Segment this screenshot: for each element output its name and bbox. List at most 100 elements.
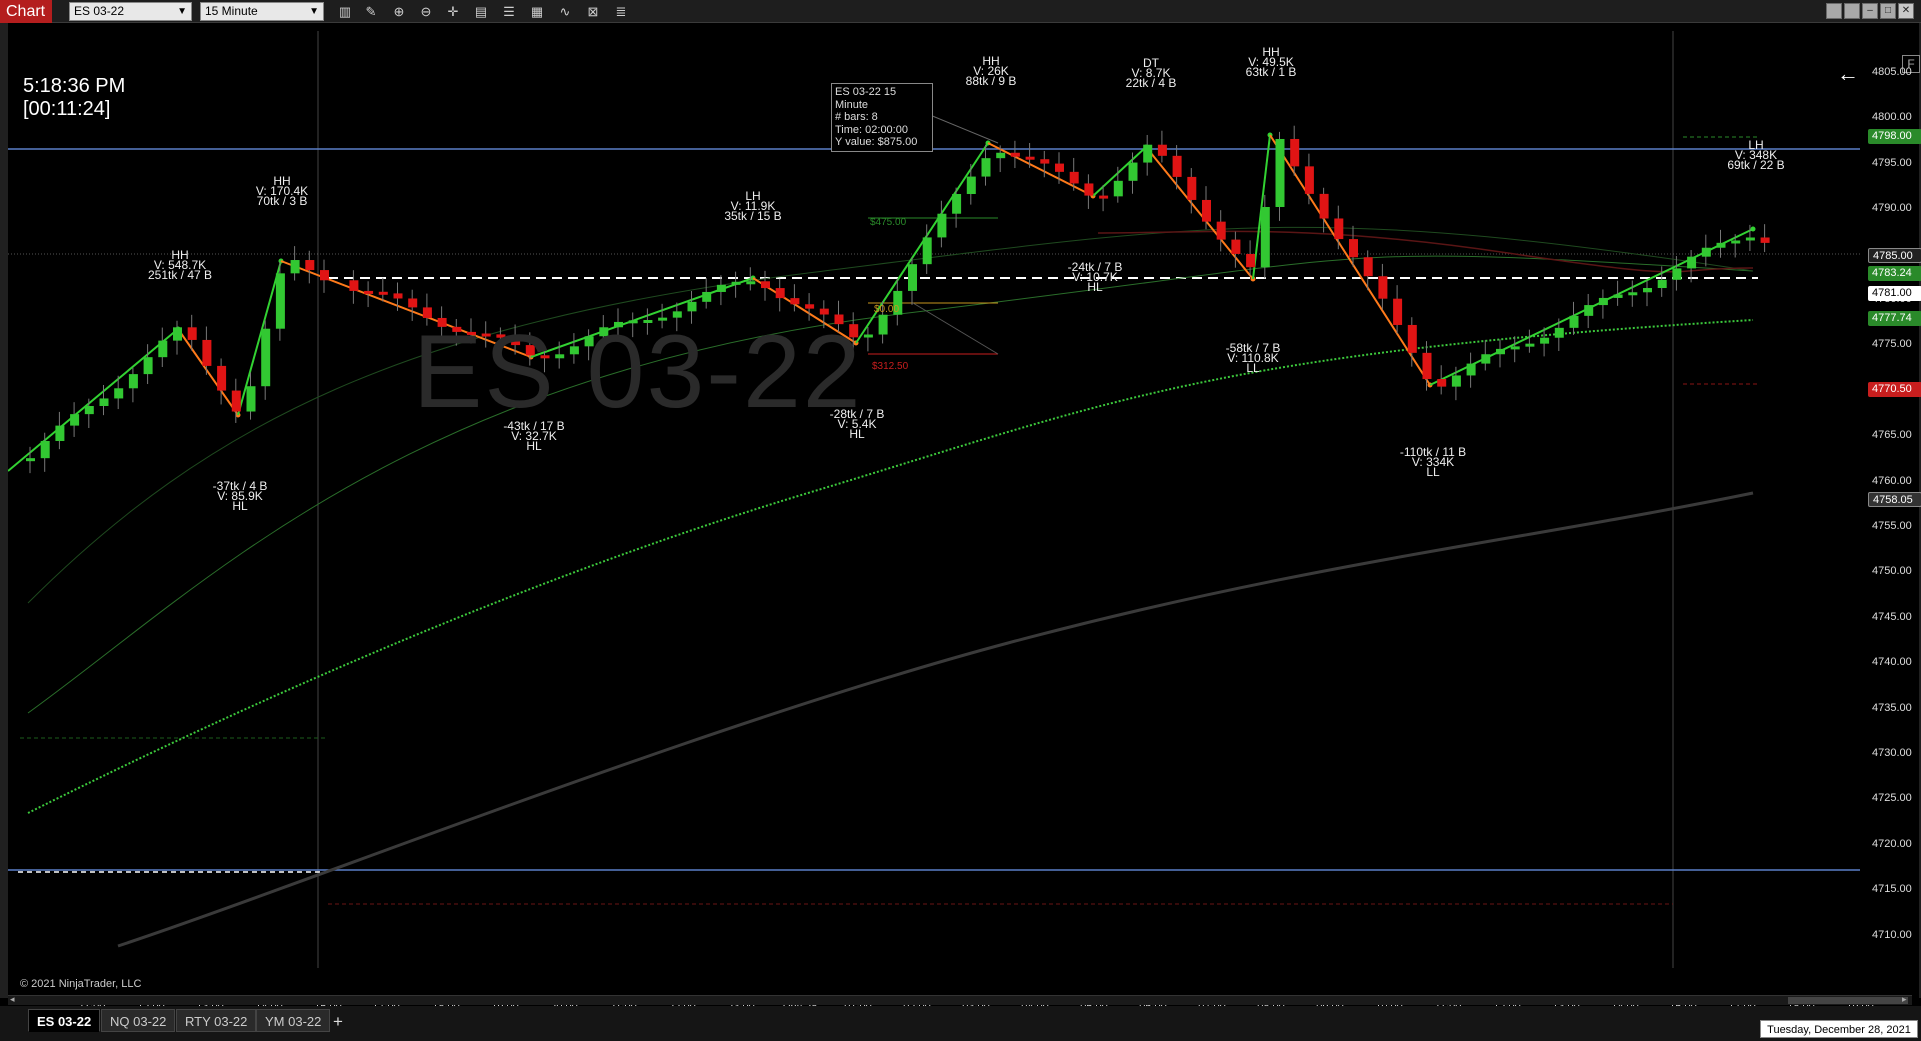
templates-icon[interactable]: ☰ <box>500 3 518 20</box>
instrument-watermark: ES 03-22 <box>413 314 863 430</box>
candle-down <box>320 270 329 281</box>
clock: 5:18:36 PM [00:11:24] <box>23 75 125 121</box>
properties-icon[interactable]: ⊠ <box>584 3 602 20</box>
candle-down <box>1334 218 1344 240</box>
swing-label: -37tk / 4 B V: 85.9K HL <box>213 480 268 512</box>
app-label[interactable]: Chart <box>0 0 52 23</box>
price-marker: 4783.24 <box>1868 266 1921 281</box>
price-marker: 4785.00 <box>1868 248 1921 263</box>
candle-up <box>996 152 1006 159</box>
close-icon[interactable]: ✕ <box>1898 3 1914 19</box>
candle-up <box>687 301 697 312</box>
price-marker: 4770.50 <box>1868 382 1921 397</box>
candle-down <box>1084 183 1094 196</box>
tab-ym[interactable]: YM 03-22 <box>256 1009 331 1032</box>
chevron-down-icon: ▼ <box>177 6 187 17</box>
tab-nq[interactable]: NQ 03-22 <box>101 1009 176 1032</box>
candle-up <box>128 374 138 389</box>
zoom-out-icon[interactable]: ⊖ <box>417 3 435 20</box>
chart-tooltip: ES 03-22 15 Minute # bars: 8 Time: 02:00… <box>831 83 933 152</box>
candle-up <box>1569 315 1579 328</box>
swing-label-line: 88tk / 9 B <box>965 74 1017 88</box>
candle-up <box>1540 337 1550 344</box>
candle-down <box>1010 152 1020 157</box>
back-arrow-icon[interactable]: ← <box>1837 61 1859 87</box>
candle-down <box>1172 155 1182 177</box>
candle-down <box>349 280 359 291</box>
horizontal-scrollbar[interactable]: ◂ ▸ <box>8 994 1912 1005</box>
candle-up <box>952 194 962 214</box>
zoom-in-icon[interactable]: ⊕ <box>390 3 408 20</box>
candle-down <box>1040 159 1050 164</box>
price-tick-label: 4760.00 <box>1872 474 1912 487</box>
price-tick-label: 4745.00 <box>1872 610 1912 623</box>
tab-rty[interactable]: RTY 03-22 <box>176 1009 257 1032</box>
swing-label: HH V: 26K 88tk / 9 B <box>965 55 1017 88</box>
price-chart[interactable] <box>8 23 1919 998</box>
price-marker: 4781.00 <box>1868 286 1921 301</box>
price-tick-label: 4755.00 <box>1872 520 1912 532</box>
candle-up <box>937 213 947 238</box>
draw-icon[interactable]: ✎ <box>362 3 380 20</box>
list-icon[interactable]: ≣ <box>612 3 630 20</box>
bar-countdown: [00:11:24] <box>23 98 111 120</box>
status-date: Tuesday, December 28, 2021 <box>1760 1020 1918 1038</box>
bar-type-icon[interactable]: ▥ <box>336 3 354 20</box>
swing-label-line: 63tk / 1 B <box>1245 65 1297 79</box>
tile2-icon[interactable] <box>1844 3 1860 19</box>
candle-up <box>40 440 50 459</box>
swing-label: LH V: 11.9K 35tk / 15 B <box>724 190 781 222</box>
indicators-icon[interactable]: ∿ <box>556 3 574 20</box>
candle-up <box>1481 354 1491 364</box>
candle-up <box>1701 247 1711 257</box>
candle-up <box>746 281 756 285</box>
strategies-icon[interactable]: ▦ <box>528 3 546 20</box>
scroll-left-icon[interactable]: ◂ <box>10 994 15 1005</box>
ma-dotted-line <box>27 319 1754 814</box>
candle-down <box>1437 379 1447 387</box>
candle-down <box>805 304 815 309</box>
price-tick-label: 4805.00 <box>1872 66 1912 78</box>
candle-down <box>790 298 800 305</box>
tab-es[interactable]: ES 03-22 <box>28 1009 101 1032</box>
add-tab-button[interactable]: + <box>333 1012 343 1032</box>
crosshair-icon[interactable]: ✛ <box>444 3 462 20</box>
data-box-icon[interactable]: ▤ <box>472 3 490 20</box>
scroll-right-icon[interactable]: ▸ <box>1902 994 1907 1005</box>
swing-line <box>1145 146 1254 280</box>
candle-up <box>731 281 741 285</box>
swing-line <box>987 142 1094 197</box>
minimize-icon[interactable]: – <box>1862 3 1878 19</box>
interval-select[interactable]: 15 Minute ▼ <box>200 2 324 21</box>
candle-up <box>716 284 726 292</box>
instrument-select[interactable]: ES 03-22 ▼ <box>69 2 192 21</box>
candle-down <box>378 291 388 295</box>
candle-up <box>1128 162 1138 181</box>
swing-label: HH V: 170.4K 70tk / 3 B <box>256 175 308 208</box>
candle-up <box>1554 327 1564 338</box>
candle-up <box>143 357 153 375</box>
swing-point <box>1750 226 1756 232</box>
swing-label: -43tk / 17 B V: 32.7K HL <box>503 420 564 452</box>
chart-panel[interactable]: 5:18:36 PM [00:11:24] ES 03-22 © 2021 Ni… <box>0 23 1921 1013</box>
candle-up <box>173 327 182 341</box>
candle-up <box>1260 206 1270 268</box>
candle-down <box>1349 239 1358 258</box>
ma-green-line <box>27 255 1754 714</box>
candle-up <box>158 340 168 358</box>
candle-up <box>1716 242 1726 248</box>
candle-up <box>1525 343 1535 347</box>
candle-down <box>1025 156 1035 160</box>
swing-label-line: 70tk / 3 B <box>256 194 308 208</box>
candle-up <box>908 264 917 291</box>
candle-down <box>1055 163 1064 172</box>
candle-up <box>1613 294 1623 298</box>
candle-up <box>275 273 285 329</box>
candle-up <box>1275 138 1285 207</box>
candle-up <box>246 386 256 412</box>
candle-up <box>261 328 271 387</box>
tile-icon[interactable] <box>1826 3 1842 19</box>
candle-up <box>1584 305 1594 316</box>
maximize-icon[interactable]: □ <box>1880 3 1896 19</box>
scroll-thumb[interactable] <box>1788 997 1908 1004</box>
